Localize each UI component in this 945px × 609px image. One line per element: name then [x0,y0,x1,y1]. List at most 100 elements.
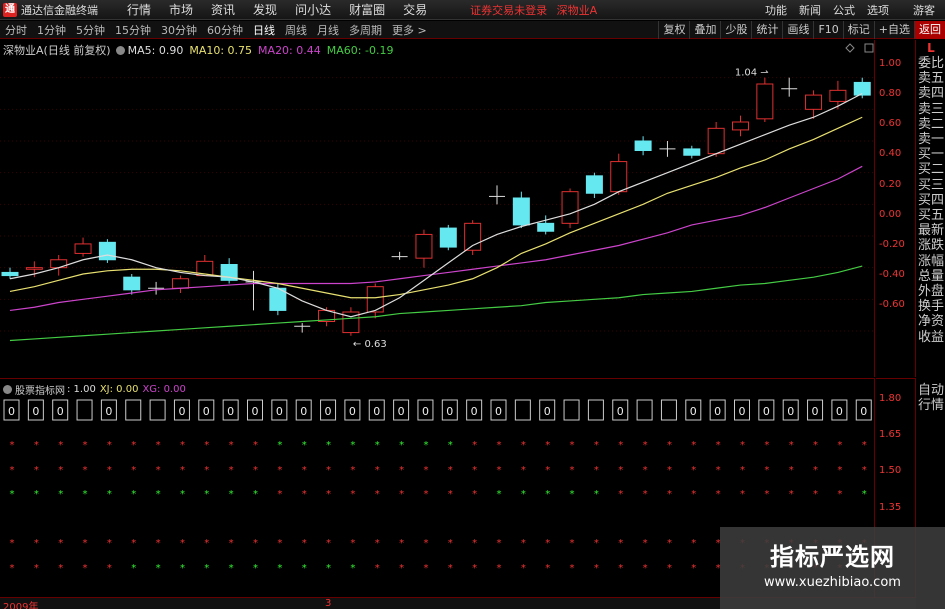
red-star: * [667,538,672,549]
back-button[interactable]: 返回 [914,21,945,39]
period-multi[interactable]: 多周期 [344,22,387,38]
fewer-stocks-button[interactable]: 少股 [720,21,751,39]
side-item[interactable]: 买二 [917,162,945,177]
candle-up [829,89,847,102]
red-star: * [156,465,161,476]
y-tick: 1.35 [879,502,902,513]
draw-line-button[interactable]: 画线 [782,21,813,39]
side-item[interactable]: 买四 [917,193,945,208]
mark-button[interactable]: 标记 [842,21,874,39]
stats-button[interactable]: 统计 [751,21,782,39]
signal-value: 0 [252,405,259,418]
red-star: * [375,538,380,549]
signal-value: 0 [617,405,624,418]
side-quotes[interactable]: 行情 [917,398,945,413]
guest-account[interactable]: 游客 [913,2,935,18]
ma20-label: MA20: 0.44 [258,43,321,57]
red-star: * [399,538,404,549]
candle-down [585,175,603,194]
side-item[interactable]: 卖五 [917,71,945,86]
menu-functions[interactable]: 功能 [765,2,787,18]
y-tick: 0.80 [879,88,902,99]
side-item[interactable]: 卖一 [917,132,945,147]
red-star: * [667,563,672,574]
overlay-button[interactable]: 叠加 [689,21,720,39]
side-item[interactable]: 换手 [917,299,945,314]
period-monthly[interactable]: 月线 [312,22,344,38]
side-item[interactable]: 委比 [917,56,945,71]
red-star: * [472,563,477,574]
period-timeshare[interactable]: 分时 [0,22,32,38]
indicator-settings-icon[interactable] [3,385,12,394]
side-item[interactable]: 卖三 [917,102,945,117]
side-item[interactable]: 涨跌 [917,238,945,253]
menu-discover[interactable]: 发现 [253,1,277,18]
signal-value: 0 [227,405,234,418]
indicator-settings-icon[interactable] [115,45,125,55]
side-item[interactable]: 卖四 [917,86,945,101]
diamond-icon[interactable] [845,43,855,53]
period-15min[interactable]: 15分钟 [110,22,156,38]
side-auto[interactable]: 自动 [917,383,945,398]
signal-value: 0 [8,405,15,418]
period-5min[interactable]: 5分钟 [71,22,110,38]
side-item[interactable]: 涨幅 [917,254,945,269]
menu-market[interactable]: 市场 [169,1,193,18]
menu-news[interactable]: 资讯 [211,1,235,18]
red-star: * [570,538,575,549]
red-star: * [837,465,842,476]
signal-value: 0 [325,405,332,418]
period-weekly[interactable]: 周线 [280,22,312,38]
side-item[interactable]: 买五 [917,208,945,223]
maximize-icon[interactable] [864,43,874,53]
red-star: * [862,465,867,476]
indicator-value: : 1.00 [67,384,96,395]
watermark-title: 指标严选网 [770,543,895,571]
xj-value: XJ: 0.00 [99,384,139,395]
green-star: * [131,563,136,574]
add-watchlist-button[interactable]: +自选 [873,21,914,39]
signal-box [76,399,93,421]
f10-button[interactable]: F10 [813,21,842,39]
side-item[interactable]: 总量 [917,269,945,284]
green-star: * [10,489,15,500]
menu-wealth[interactable]: 财富圈 [349,1,385,18]
green-star: * [570,489,575,500]
red-star: * [423,465,428,476]
red-star: * [789,465,794,476]
period-daily[interactable]: 日线 [248,22,280,38]
signal-value: 0 [373,405,380,418]
period-more[interactable]: 更多 > [387,22,432,38]
side-item[interactable]: 卖二 [917,117,945,132]
main-chart-panel[interactable]: 1.04 ⇀ ← 0.63 深物业A(日线 前复权) MA5: 0.90 MA10… [0,40,875,377]
red-star: * [594,563,599,574]
candle-up [756,83,774,120]
side-header[interactable]: L [917,40,945,56]
side-item[interactable]: 外盘 [917,284,945,299]
menu-quotes[interactable]: 行情 [127,1,151,18]
period-1min[interactable]: 1分钟 [32,22,71,38]
red-star: * [740,465,745,476]
side-item[interactable]: 买三 [917,178,945,193]
menu-trade[interactable]: 交易 [403,1,427,18]
menu-assistant[interactable]: 问小达 [295,1,331,18]
menu-options[interactable]: 选项 [867,2,889,18]
period-60min[interactable]: 60分钟 [202,22,248,38]
red-star: * [131,465,136,476]
red-star: * [34,538,39,549]
side-item[interactable]: 买一 [917,147,945,162]
side-item[interactable]: 最新 [917,223,945,238]
side-item[interactable]: 收益 [917,330,945,345]
menu-formula[interactable]: 公式 [833,2,855,18]
green-star: * [180,489,185,500]
green-star: * [350,440,355,451]
adjust-button[interactable]: 复权 [658,21,689,39]
login-notice: 证券交易未登录 深物业A [470,2,603,18]
signal-value: 0 [544,405,551,418]
side-item[interactable]: 净资 [917,314,945,329]
green-star: * [34,489,39,500]
menu-headlines[interactable]: 新闻 [799,2,821,18]
candlestick-chart[interactable]: 1.04 ⇀ ← 0.63 [0,40,875,377]
red-star: * [375,465,380,476]
period-30min[interactable]: 30分钟 [156,22,202,38]
